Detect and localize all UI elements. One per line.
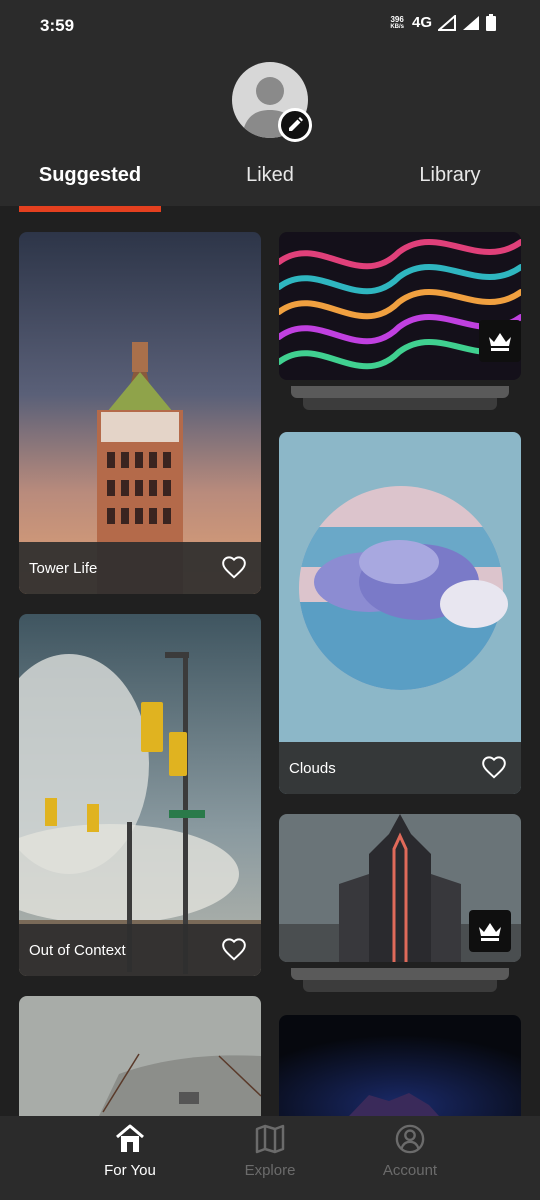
heart-outline-icon[interactable] bbox=[481, 755, 507, 781]
edit-avatar-button[interactable] bbox=[278, 108, 312, 142]
heart-outline-icon[interactable] bbox=[221, 555, 247, 581]
tab-liked[interactable]: Liked bbox=[180, 164, 360, 187]
wallpaper-image bbox=[19, 996, 261, 1116]
wallpaper-card-out-of-context[interactable]: Out of Context bbox=[19, 614, 261, 976]
wallpaper-card-dark[interactable] bbox=[279, 1015, 521, 1116]
wallpaper-card-clouds[interactable]: Clouds bbox=[279, 432, 521, 794]
premium-badge bbox=[469, 910, 511, 952]
wallpaper-title: Clouds bbox=[289, 759, 336, 777]
wallpaper-card-dark-castle[interactable] bbox=[279, 814, 521, 962]
nav-label: Account bbox=[382, 1162, 438, 1179]
crown-icon bbox=[489, 333, 511, 351]
bottom-navigation: For You Explore Account bbox=[0, 1116, 540, 1200]
card-stack-shadow bbox=[291, 386, 509, 398]
heart-outline-icon[interactable] bbox=[221, 937, 247, 963]
card-footer: Clouds bbox=[279, 742, 521, 794]
wallpaper-title: Out of Context bbox=[29, 941, 126, 959]
tab-suggested[interactable]: Suggested bbox=[0, 164, 180, 187]
home-icon bbox=[116, 1124, 144, 1152]
card-stack-shadow bbox=[291, 968, 509, 980]
network-speed-unit: KB/s bbox=[390, 23, 404, 30]
status-time: 3:59 bbox=[40, 16, 75, 35]
network-speed-value: 396 bbox=[390, 14, 404, 24]
wallpaper-image bbox=[19, 232, 261, 594]
wallpaper-card-abstract-waves[interactable] bbox=[279, 232, 521, 380]
card-footer: Tower Life bbox=[19, 542, 261, 594]
premium-badge bbox=[479, 320, 521, 362]
wallpaper-image bbox=[279, 1015, 521, 1116]
status-bar: 3:59 396 KB/s 4G bbox=[0, 0, 540, 54]
wallpaper-title: Tower Life bbox=[29, 559, 98, 577]
wallpaper-image bbox=[19, 614, 261, 976]
map-icon bbox=[255, 1124, 285, 1154]
crown-icon bbox=[479, 923, 501, 941]
signal-full-icon bbox=[463, 15, 479, 30]
tab-bar: Suggested Liked Library bbox=[0, 158, 540, 206]
network-type: 4G bbox=[411, 14, 432, 31]
account-circle-icon bbox=[395, 1124, 425, 1154]
battery-icon bbox=[486, 14, 496, 31]
network-speed: 396 KB/s bbox=[390, 15, 404, 31]
card-footer: Out of Context bbox=[19, 924, 261, 976]
wallpaper-card-ship[interactable] bbox=[19, 996, 261, 1116]
nav-label: For You bbox=[104, 1162, 156, 1179]
card-stack-shadow bbox=[303, 398, 497, 410]
wallpaper-image bbox=[279, 432, 521, 794]
signal-icon bbox=[438, 14, 456, 31]
nav-account[interactable]: Account bbox=[320, 1124, 500, 1179]
status-indicators: 396 KB/s 4G bbox=[390, 14, 496, 31]
pencil-icon bbox=[289, 117, 303, 131]
wallpaper-card-tower-life[interactable]: Tower Life bbox=[19, 232, 261, 594]
profile-header: Suggested Liked Library bbox=[0, 54, 540, 206]
tab-indicator bbox=[19, 206, 161, 212]
tab-library[interactable]: Library bbox=[360, 164, 540, 187]
card-stack-shadow bbox=[303, 980, 497, 992]
nav-label: Explore bbox=[244, 1162, 296, 1179]
